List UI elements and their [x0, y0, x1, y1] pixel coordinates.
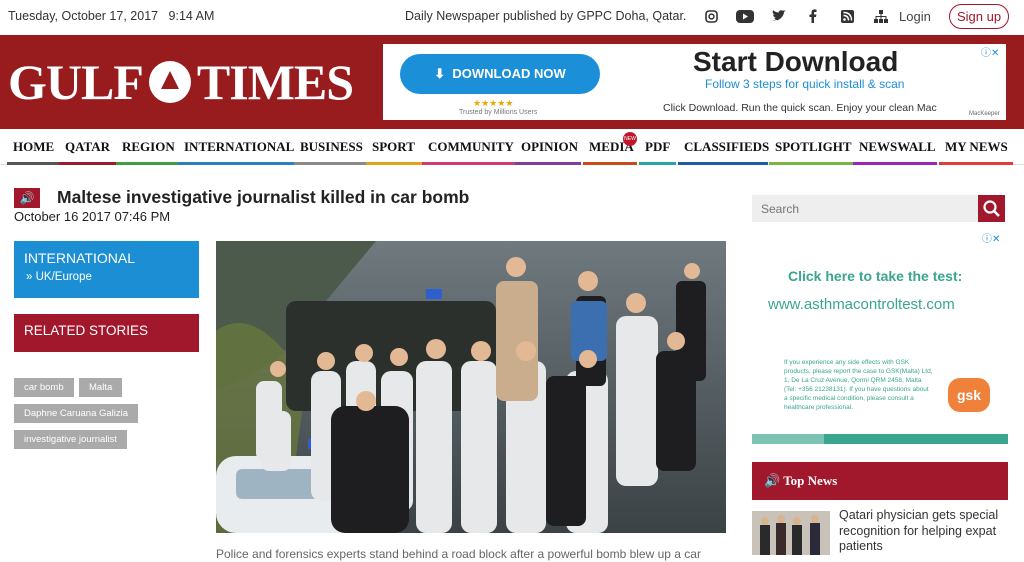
listen-audio-icon[interactable]: 🔊 [14, 188, 40, 208]
sitemap-icon[interactable] [864, 6, 898, 26]
related-stories-header: RELATED STORIES [14, 314, 199, 352]
ad-body: Click Download. Run the quick scan. Enjo… [663, 102, 937, 114]
news-thumbnail[interactable] [752, 511, 830, 555]
nav-underline [515, 162, 581, 165]
category-box: INTERNATIONAL » UK/Europe [14, 241, 199, 298]
category-label[interactable]: INTERNATIONAL [24, 250, 135, 266]
nav-item-spotlight[interactable]: SPOTLIGHT [775, 139, 852, 155]
rss-icon[interactable] [830, 6, 864, 26]
search-icon [983, 200, 1000, 217]
nav-item-newswall[interactable]: NEWSWALL [859, 139, 936, 155]
instagram-icon[interactable] [694, 6, 728, 26]
dhow-emblem-icon [148, 61, 191, 103]
nav-underline [939, 162, 1013, 165]
ad-trusted-text: Trusted by Millions Users [459, 109, 538, 116]
ad-headline: Start Download [693, 46, 899, 77]
tag-car-bomb[interactable]: car bomb [14, 378, 74, 397]
nav-item-qatar[interactable]: QATAR [65, 139, 110, 155]
download-arrow-icon: ⬇ [434, 66, 446, 81]
ad-cta: Click here to take the test: [788, 268, 963, 284]
nav-item-sport[interactable]: SPORT [372, 139, 415, 155]
main-navigation: HOME QATAR REGION INTERNATIONAL BUSINESS SPOR… [0, 129, 1024, 165]
nav-underline [422, 162, 516, 165]
login-link[interactable]: Login [899, 9, 931, 24]
ad-subhead: Follow 3 steps for quick install & scan [705, 77, 905, 91]
media-new-badge: NEW [623, 132, 637, 146]
logo-text-right: TIMES [196, 54, 354, 110]
adchoices-icon[interactable]: ⓘ✕ [981, 44, 999, 59]
gsk-logo: gsk [948, 378, 990, 412]
nav-item-international[interactable]: INTERNATIONAL [184, 139, 294, 155]
facebook-icon[interactable] [796, 6, 830, 26]
nav-underline [366, 162, 422, 165]
ad-sponsor: MacKeeper [969, 111, 1000, 117]
ad-rating-stars: ★★★★★ [473, 98, 514, 108]
top-bar: Tuesday, October 17, 2017 9:14 AM Daily … [0, 0, 1024, 34]
nav-item-opinion[interactable]: OPINION [521, 139, 578, 155]
speaker-icon: 🔊 [764, 473, 781, 488]
ad-fine-print: If you experience any side effects with … [784, 359, 933, 412]
crime-scene-photo [216, 241, 726, 533]
nav-underline [178, 162, 294, 165]
nav-underline [853, 162, 937, 165]
current-date: Tuesday, October 17, 2017 9:14 AM [8, 9, 215, 23]
nav-underline [678, 162, 768, 165]
tag-daphne-caruana-galizia[interactable]: Daphne Caruana Galizia [14, 404, 139, 423]
nav-item-business[interactable]: BUSINESS [300, 139, 363, 155]
ad-stripe [752, 434, 1008, 444]
ad-url[interactable]: www.asthmacontroltest.com [768, 296, 955, 313]
photo-caption: Police and forensics experts stand behin… [216, 547, 701, 561]
search-button[interactable] [978, 195, 1005, 222]
nav-item-region[interactable]: REGION [122, 139, 175, 155]
ad-download-button[interactable]: ⬇ DOWNLOAD NOW [400, 54, 600, 94]
article-photo [216, 241, 726, 533]
nav-item-home[interactable]: HOME [13, 139, 54, 155]
adchoices-icon-side[interactable]: ⓘ✕ [982, 230, 1000, 245]
youtube-icon[interactable] [728, 6, 762, 26]
nav-underline [769, 162, 853, 165]
nav-underline [294, 162, 366, 165]
tag-malta[interactable]: Malta [79, 378, 123, 397]
nav-item-my-news[interactable]: MY NEWS [945, 139, 1008, 155]
article-date: October 16 2017 07:46 PM [14, 209, 171, 224]
signup-button[interactable]: Sign up [949, 4, 1009, 29]
subcategory-link[interactable]: » UK/Europe [26, 271, 92, 283]
nav-item-classifieds[interactable]: CLASSIFIEDS [684, 139, 769, 155]
site-logo[interactable]: GULF TIMES [8, 53, 354, 111]
article-headline: Maltese investigative journalist killed … [57, 187, 470, 207]
nav-item-pdf[interactable]: PDF [645, 139, 670, 155]
top-news-item[interactable]: Qatari physician gets special recognitio… [839, 508, 1014, 555]
search-input[interactable] [752, 195, 978, 222]
logo-text-left: GULF [8, 54, 144, 110]
tagline: Daily Newspaper published by GPPC Doha, … [405, 9, 687, 23]
nav-underline [7, 162, 59, 165]
twitter-icon[interactable] [762, 6, 796, 26]
nav-underline [583, 162, 637, 165]
tag-investigative-journalist[interactable]: investigative journalist [14, 430, 127, 449]
top-news-header: 🔊 Top News [752, 462, 1008, 500]
nav-underline [59, 162, 116, 165]
top-banner-ad[interactable]: ⬇ DOWNLOAD NOW ★★★★★ Trusted by Millions… [383, 44, 1006, 120]
nav-underline [639, 162, 676, 165]
sidebar-ad[interactable]: ⓘ✕ Click here to take the test: www.asth… [752, 230, 1008, 444]
double-chevron-icon: » [26, 271, 33, 283]
nav-item-community[interactable]: COMMUNITY [428, 139, 514, 155]
nav-underline [116, 162, 178, 165]
social-links [694, 6, 898, 26]
